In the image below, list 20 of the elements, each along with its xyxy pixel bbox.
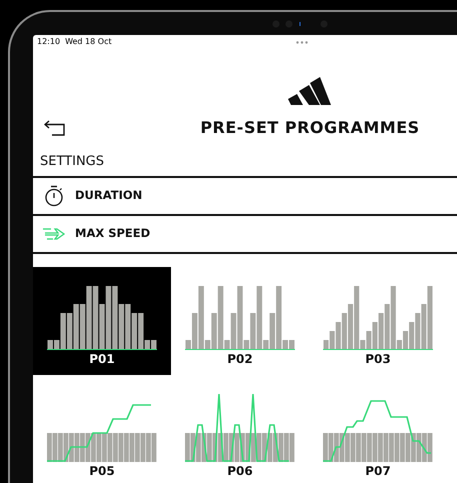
programme-label: P07 [365, 464, 391, 478]
multitask-dots-icon [296, 40, 308, 44]
stripes-logo [288, 77, 332, 105]
setting-label: DURATION [75, 187, 142, 204]
speed-arrow-icon [42, 226, 66, 242]
programme-label: P05 [89, 464, 115, 478]
back-arrow-icon [44, 120, 66, 136]
page-title: PRE-SET PROGRAMMES [200, 118, 420, 138]
status-time: 12:10 [37, 36, 60, 48]
status-date: Wed 18 Oct [65, 36, 112, 48]
stopwatch-icon [44, 185, 64, 207]
programme-tile[interactable]: P01 [33, 267, 171, 375]
programme-label: P01 [89, 352, 115, 366]
programme-label: P02 [227, 352, 253, 366]
setting-row[interactable]: MAX SPEED [33, 216, 457, 254]
programme-label: P03 [365, 352, 391, 366]
setting-row[interactable]: DURATION [33, 178, 457, 216]
settings-heading: SETTINGS [40, 154, 104, 169]
programme-label: P06 [227, 464, 253, 478]
setting-label: MAX SPEED [75, 225, 150, 242]
